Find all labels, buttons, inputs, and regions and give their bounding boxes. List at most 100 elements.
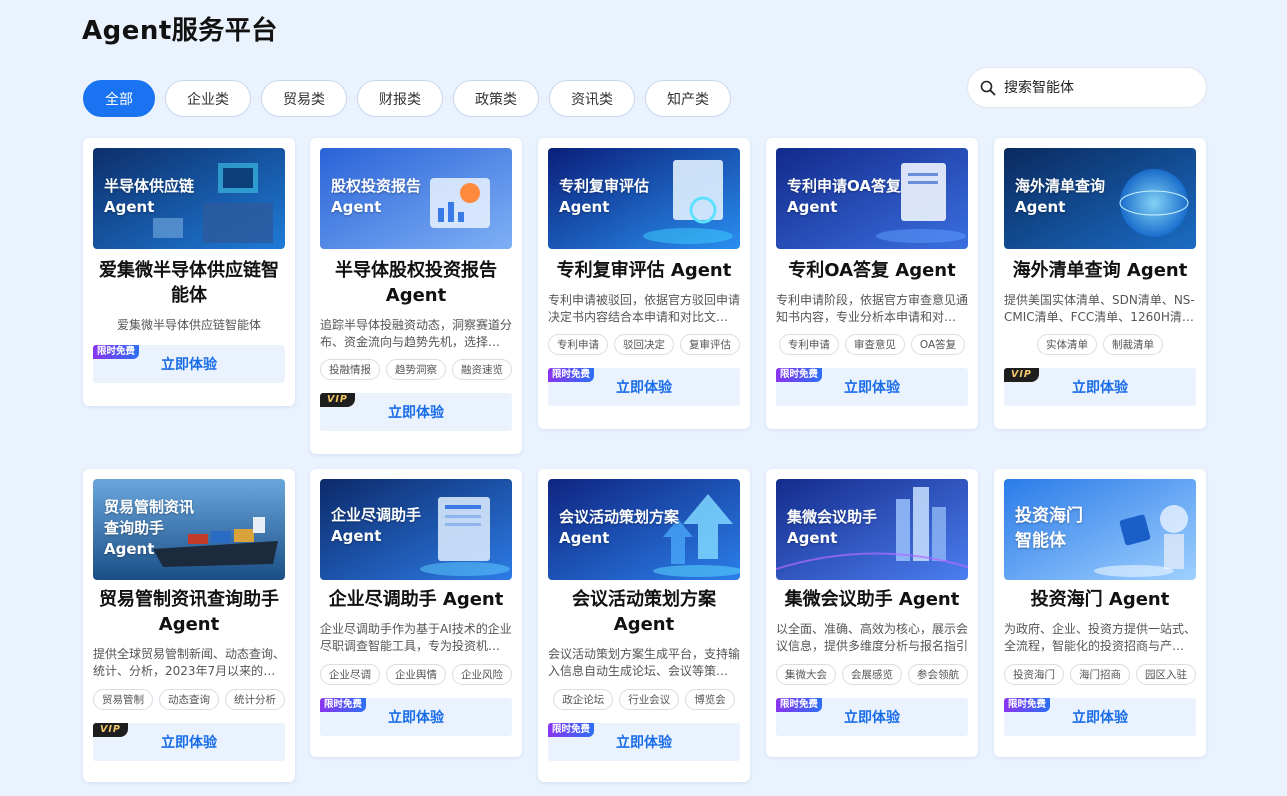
try-now-button[interactable]: 限时免费 立即体验 (548, 368, 740, 406)
card-title: 投资海门 Agent (1030, 589, 1170, 610)
try-now-button[interactable]: 限时免费 立即体验 (93, 345, 285, 383)
tag: 统计分析 (225, 689, 285, 710)
try-now-label: 立即体验 (844, 380, 900, 396)
card-description: 以全面、准确、高效为核心，展示会议信息，提供多维度分析与报名指引 (776, 622, 968, 653)
card-banner: 投资海门 智能体 (1004, 479, 1196, 580)
tag-list: 政企论坛 行业会议 博览会 (548, 689, 740, 710)
search-box[interactable] (967, 67, 1207, 108)
category-filters: 全部 企业类 贸易类 财报类 政策类 资讯类 知产类 (83, 80, 731, 117)
filter-all[interactable]: 全部 (83, 80, 155, 117)
tag: 融资速览 (452, 359, 512, 380)
card-description: 专利申请阶段，依据官方审查意见通知书内容，专业分析本申请和对比文件 (776, 293, 968, 324)
banner-title: 专利申请OA答复 Agent (787, 177, 901, 216)
filter-policy[interactable]: 政策类 (453, 80, 539, 117)
tag: 驳回决定 (614, 334, 674, 355)
agent-card: 会议活动策划方案 Agent 会议活动策划方案 Agent 会议活动策划方案生成… (538, 469, 750, 782)
tag: 动态查询 (159, 689, 219, 710)
tag-list: 集微大会 会展感览 参会领航 (776, 664, 968, 685)
banner-title: 海外清单查询 Agent (1015, 177, 1106, 216)
card-banner: 专利申请OA答复 Agent (776, 148, 968, 249)
page-title: Agent服务平台 (82, 16, 278, 46)
try-now-button[interactable]: VIP 立即体验 (320, 393, 512, 431)
vip-badge: VIP (320, 393, 355, 407)
tag: 参会领航 (908, 664, 968, 685)
vip-badge: VIP (1004, 368, 1039, 382)
card-banner: 贸易管制资讯 查询助手 Agent (93, 479, 285, 580)
free-badge: 限时免费 (548, 723, 595, 737)
try-now-button[interactable]: 限时免费 立即体验 (776, 368, 968, 406)
tag: 趋势洞察 (386, 359, 446, 380)
filter-ip[interactable]: 知产类 (645, 80, 731, 117)
free-badge: 限时免费 (776, 368, 823, 382)
tag-list: 专利申请 驳回决定 复审评估 (548, 334, 740, 355)
tag: 审查意见 (844, 334, 905, 355)
tag: 博览会 (685, 689, 735, 710)
try-now-label: 立即体验 (388, 710, 444, 726)
banner-title: 贸易管制资讯 查询助手 Agent (104, 498, 195, 558)
card-description: 企业尽调助手作为基于AI技术的企业尽职调查智能工具，专为投资机构提供服务 (320, 622, 512, 653)
agent-card: 企业尽调助手 Agent 企业尽调助手 Agent 企业尽调助手作为基于AI技术… (310, 469, 522, 757)
try-now-button[interactable]: 限时免费 立即体验 (776, 698, 968, 736)
card-description: 追踪半导体投融资动态，洞察赛道分布、资金流向与趋势先机，选择报告生成 (320, 318, 512, 349)
try-now-button[interactable]: 限时免费 立即体验 (320, 698, 512, 736)
free-badge: 限时免费 (320, 698, 367, 712)
tag: 会展感览 (842, 664, 902, 685)
try-now-button[interactable]: 限时免费 立即体验 (1004, 698, 1196, 736)
agent-card: 股权投资报告 Agent 半导体股权投资报告 Agent 追踪半导体投融资动态，… (310, 138, 522, 454)
tag: 制裁清单 (1103, 334, 1163, 355)
try-now-button[interactable]: 限时免费 立即体验 (548, 723, 740, 761)
card-title: 半导体股权投资报告 Agent (335, 260, 497, 306)
banner-title: 股权投资报告 Agent (331, 177, 422, 216)
tag-list: 实体清单 制裁清单 (1004, 334, 1196, 355)
tag: 专利申请 (778, 334, 839, 355)
agent-card: 专利申请OA答复 Agent 专利OA答复 Agent 专利申请阶段，依据官方审… (766, 138, 978, 429)
card-title: 贸易管制资讯查询助手 Agent (99, 589, 279, 635)
try-now-label: 立即体验 (1072, 380, 1128, 396)
tag: 实体清单 (1037, 334, 1097, 355)
card-description: 爱集微半导体供应链智能体 (116, 318, 261, 332)
try-now-label: 立即体验 (616, 735, 672, 751)
card-banner: 企业尽调助手 Agent (320, 479, 512, 580)
card-title: 爱集微半导体供应链智能体 (99, 260, 279, 306)
tag: 投融情报 (320, 359, 380, 380)
card-banner: 专利复审评估 Agent (548, 148, 740, 249)
tag: 海门招商 (1070, 664, 1130, 685)
tag-list: 投融情报 趋势洞察 融资速览 (320, 359, 512, 380)
tag: 企业舆情 (386, 664, 446, 685)
tag: 行业会议 (619, 689, 680, 710)
free-badge: 限时免费 (776, 698, 823, 712)
try-now-label: 立即体验 (616, 380, 672, 396)
try-now-button[interactable]: VIP 立即体验 (1004, 368, 1196, 406)
tag: 专利申请 (548, 334, 608, 355)
tag-list: 专利申请 审查意见 OA答复 (776, 334, 968, 355)
try-now-label: 立即体验 (161, 357, 217, 373)
filter-financial-report[interactable]: 财报类 (357, 80, 443, 117)
tag: 复审评估 (680, 334, 740, 355)
card-banner: 股权投资报告 Agent (320, 148, 512, 249)
tag: 企业尽调 (320, 664, 380, 685)
card-title: 集微会议助手 Agent (784, 589, 960, 610)
tag: 集微大会 (776, 664, 836, 685)
filter-trade[interactable]: 贸易类 (261, 80, 347, 117)
card-title: 专利复审评估 Agent (556, 260, 732, 281)
card-banner: 会议活动策划方案 Agent (548, 479, 740, 580)
search-input[interactable] (1004, 79, 1194, 96)
tag: 贸易管制 (93, 689, 153, 710)
free-badge: 限时免费 (548, 368, 595, 382)
agent-card: 半导体供应链 Agent 爱集微半导体供应链智能体 爱集微半导体供应链智能体 限… (83, 138, 295, 406)
agent-card: 海外清单查询 Agent 海外清单查询 Agent 提供美国实体清单、SDN清单… (994, 138, 1206, 429)
card-title: 海外清单查询 Agent (1012, 260, 1188, 281)
agent-card: 投资海门 智能体 投资海门 Agent 为政府、企业、投资方提供一站式、全流程，… (994, 469, 1206, 757)
tag: 园区入驻 (1136, 664, 1196, 685)
card-banner: 海外清单查询 Agent (1004, 148, 1196, 249)
filter-enterprise[interactable]: 企业类 (165, 80, 251, 117)
card-title: 专利OA答复 Agent (788, 260, 956, 281)
filter-news[interactable]: 资讯类 (549, 80, 635, 117)
vip-badge: VIP (93, 723, 128, 737)
try-now-label: 立即体验 (1072, 710, 1128, 726)
try-now-label: 立即体验 (161, 735, 217, 751)
free-badge: 限时免费 (1004, 698, 1051, 712)
try-now-button[interactable]: VIP 立即体验 (93, 723, 285, 761)
card-description: 会议活动策划方案生成平台，支持输入信息自动生成论坛、会议等策划方案 (548, 647, 740, 678)
banner-title: 投资海门 智能体 (1015, 506, 1083, 551)
